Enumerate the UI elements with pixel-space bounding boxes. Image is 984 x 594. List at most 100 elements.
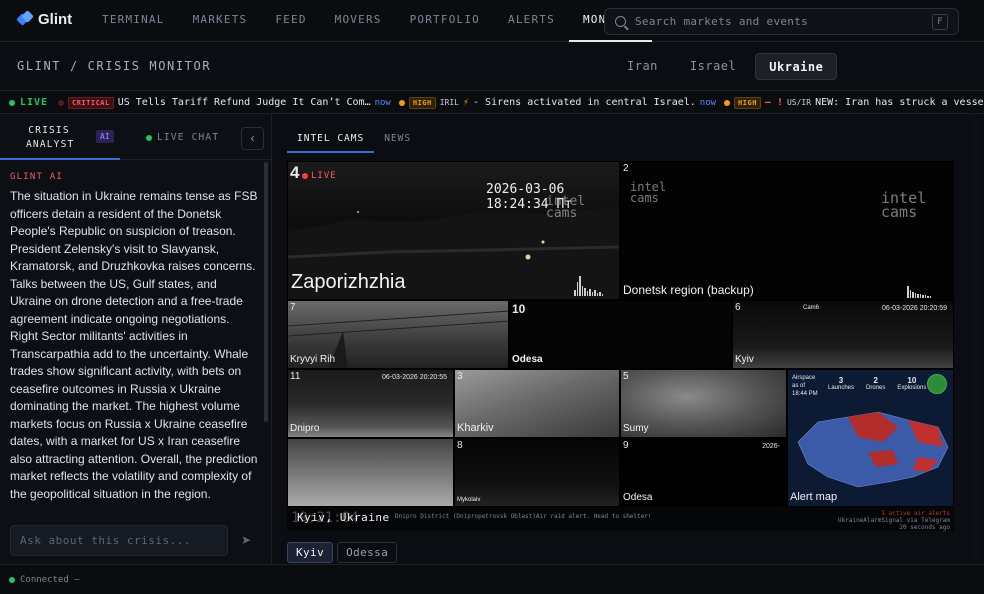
camera-feed[interactable] [287, 438, 454, 507]
ai-label: GLINT AI [10, 172, 63, 182]
tab-crisis-analyst[interactable]: CRISIS ANALYST AI [0, 114, 120, 160]
airspace-stats: 3 Launches 2 Drones 10 Explosions [828, 376, 926, 391]
camera-feed[interactable]: 6 Cam6 06-03-2026 20:20:59 Kyiv [732, 300, 954, 369]
ticker-time: now [699, 97, 717, 108]
top-nav: Glint TERMINAL MARKETS FEED MOVERS PORTF… [0, 0, 984, 42]
camera-timestamp: 06-03-2026 20:20:59 [882, 305, 947, 312]
online-dot-icon [146, 134, 152, 141]
alert-map-footer: 1 active air alerts UkraineAlarmSignal v… [838, 510, 950, 531]
ticker-text: NEW: Iran has struck a vessel tha [815, 97, 984, 108]
severity-badge: HIGH [734, 96, 761, 109]
ticker-source: IRIL [439, 98, 459, 107]
camera-number: 9 [623, 440, 629, 451]
camera-grid: 4 LIVE 2026-03-06 18:24:34 Пт intel cams… [287, 161, 954, 531]
watermark: intel cams [881, 189, 927, 221]
camera-city: Odesa [623, 492, 653, 503]
exclamation-icon: – ! [764, 97, 783, 108]
stat-value: 3 [838, 376, 844, 385]
nav-movers[interactable]: MOVERS [321, 0, 396, 42]
camera-feed[interactable]: 2 intel cams intel cams Donetsk region (… [620, 161, 954, 300]
panel-scrollbar[interactable] [264, 162, 268, 422]
live-dot-icon [9, 99, 15, 106]
city-selector: Kyiv Odessa [287, 542, 398, 563]
camera-timestamp: 06-03-2026 20:20:55 [382, 374, 447, 381]
ai-badge: AI [96, 130, 114, 143]
content-scrollbar[interactable] [970, 114, 978, 564]
camera-city: Sumy [623, 423, 649, 434]
active-alerts-text: 1 active air alerts [881, 510, 950, 517]
crisis-question-input[interactable]: Ask about this crisis... [10, 525, 228, 556]
camera-city: Odesa [512, 354, 543, 365]
camera-city: Dnipro [290, 423, 320, 434]
alert-source-text: UkraineAlarmSignal via Telegram [838, 517, 950, 524]
nav-alerts[interactable]: ALERTS [494, 0, 569, 42]
ticker-time: now [374, 97, 391, 108]
send-icon[interactable]: ➤ [235, 529, 257, 551]
camera-city: Kharkiv [457, 422, 494, 434]
nav-terminal[interactable]: TERMINAL [88, 0, 179, 42]
search-placeholder: Search markets and events [635, 15, 809, 28]
camera-feed[interactable]: 10 Odesa [509, 300, 732, 369]
ticker-text: - Sirens activated in central Israel. [473, 97, 696, 108]
camera-feed[interactable]: 4 LIVE 2026-03-06 18:24:34 Пт intel cams… [287, 161, 620, 300]
tab-intel-cams[interactable]: INTEL CAMS [287, 125, 375, 153]
search-shortcut: F [932, 14, 948, 30]
nav-feed[interactable]: FEED [261, 0, 320, 42]
camera-feed[interactable]: 11 06-03-2026 20:20:55 Dnipro [287, 369, 454, 438]
alert-note: Dnipro District (Dnipropetrovsk Oblast)A… [395, 513, 652, 520]
lightning-icon: ⚡ [462, 97, 470, 108]
connection-status: Connected — [9, 575, 80, 585]
audio-waveform [574, 274, 603, 296]
camera-feed[interactable]: 5 Sumy [620, 369, 787, 438]
ticker-source: US/IR [786, 98, 812, 107]
tab-live-chat[interactable]: LIVE CHAT [146, 132, 219, 143]
alert-dot-icon [724, 99, 731, 106]
stat-drones: 2 Drones [866, 376, 885, 391]
ticker-item[interactable]: HIGH IRIL ⚡ - Sirens activated in centra… [398, 96, 717, 109]
alert-map[interactable]: Airspace as of 18:44 PM 3 Launches 2 Drone… [787, 369, 954, 507]
camera-feed[interactable]: 8 Mykolaiv [454, 438, 620, 507]
tab-iran[interactable]: Iran [614, 53, 671, 80]
camera-feed[interactable]: 7 Kryvyi Rih [287, 300, 509, 369]
collapse-panel-button[interactable]: ‹ [241, 127, 264, 150]
stat-value: 2 [873, 376, 878, 385]
camera-number: 5 [623, 371, 629, 382]
ai-summary-text: The situation in Ukraine remains tense a… [10, 189, 258, 501]
search-icon [615, 16, 626, 27]
camera-city: Alert map [790, 491, 838, 503]
ticker-item[interactable]: HIGH – ! US/IR NEW: Iran has struck a ve… [724, 96, 984, 109]
live-indicator: LIVE [9, 97, 48, 108]
nav-links: TERMINAL MARKETS FEED MOVERS PORTFOLIO A… [88, 0, 652, 42]
news-ticker: LIVE CRITICAL US Tells Tariff Refund Jud… [0, 91, 984, 114]
camera-number: 7 [290, 302, 296, 313]
camera-number: 8 [457, 440, 463, 451]
tab-ukraine[interactable]: Ukraine [755, 53, 838, 80]
crisis-header: GLINT / CRISIS MONITOR Iran Israel Ukrai… [0, 42, 984, 91]
crisis-tabs: Iran Israel Ukraine [614, 53, 838, 80]
camera-feed[interactable]: 3 Kharkiv [454, 369, 620, 438]
stat-label: Explosions [897, 385, 927, 391]
ukraine-map-icon [797, 411, 949, 488]
live-text: LIVE [311, 171, 337, 181]
nav-markets[interactable]: MARKETS [179, 0, 262, 42]
city-pill-odessa[interactable]: Odessa [337, 542, 398, 563]
severity-badge: HIGH [408, 96, 436, 109]
logo-text: Glint [38, 11, 73, 28]
tab-label: LIVE CHAT [157, 132, 220, 143]
camera-city: Zaporizhzhia [291, 271, 406, 293]
camera-feed[interactable]: 9 2026- Odesa [620, 438, 787, 507]
camera-number: 2 [623, 163, 629, 174]
city-pill-kyiv[interactable]: Kyiv [287, 542, 334, 563]
alert-dot-icon [58, 99, 64, 106]
tab-israel[interactable]: Israel [677, 53, 749, 80]
stat-value: 10 [907, 376, 917, 385]
status-indicator-icon [927, 374, 947, 394]
camera-label: Mykolaiv [457, 497, 481, 503]
logo[interactable]: Glint [16, 9, 73, 28]
glint-logo-icon [16, 9, 34, 28]
ticker-item[interactable]: CRITICAL US Tells Tariff Refund Judge It… [58, 96, 391, 109]
tab-news[interactable]: NEWS [374, 125, 421, 153]
nav-portfolio[interactable]: PORTFOLIO [396, 0, 494, 42]
audio-waveform [907, 284, 931, 298]
search-input[interactable]: Search markets and events F [604, 8, 959, 35]
